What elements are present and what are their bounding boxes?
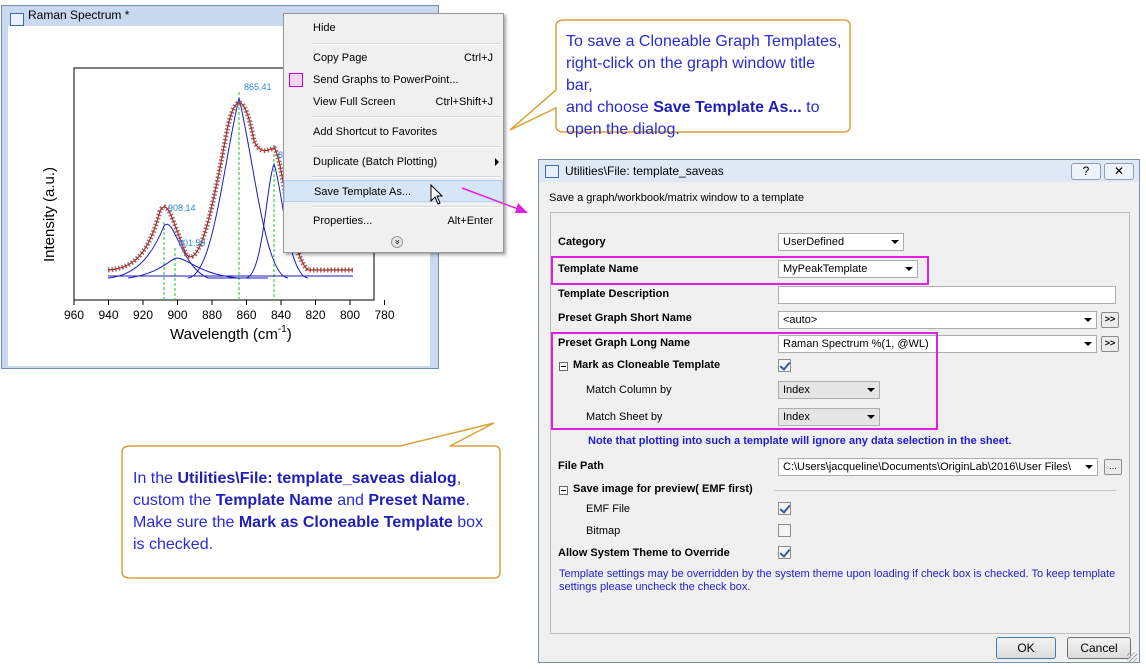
callout-top-line: right-click on the graph window title ba… xyxy=(566,55,816,94)
chevron-down-icon xyxy=(1084,342,1092,346)
cloneable-note: Note that plotting into such a template … xyxy=(588,435,1012,447)
theme-help-text: Template settings may be overridden by t… xyxy=(559,568,1119,594)
resize-grip[interactable] xyxy=(1127,652,1137,662)
highlight-cloneable-section xyxy=(551,332,938,430)
pointer-arrowhead xyxy=(515,203,528,213)
theme-help-line: Template settings may be overridden by t… xyxy=(559,568,1116,580)
file-path-label: File Path xyxy=(558,460,604,472)
chevron-down-icon xyxy=(891,240,899,244)
short-name-label: Preset Graph Short Name xyxy=(558,312,692,324)
theme-help-line: settings please uncheck the check box. xyxy=(559,581,751,593)
highlight-template-name xyxy=(551,256,929,285)
bitmap-checkbox[interactable] xyxy=(778,524,791,537)
bitmap-label: Bitmap xyxy=(586,525,621,537)
chevron-down-icon xyxy=(1084,318,1092,322)
allow-theme-label: Allow System Theme to Override xyxy=(558,547,730,559)
callout-bottom-line: custom the Template Name and Preset Name… xyxy=(133,492,470,509)
dialog-close-button[interactable]: ✕ xyxy=(1104,163,1134,180)
collapse-save-image-icon[interactable] xyxy=(559,486,568,495)
browse-button[interactable]: ... xyxy=(1104,459,1122,475)
save-image-label: Save image for preview( EMF first) xyxy=(573,483,753,495)
allow-theme-checkbox[interactable] xyxy=(778,546,791,559)
callout-bottom-line: is checked. xyxy=(133,536,214,553)
file-path-select[interactable]: C:\Users\jacqueline\Documents\OriginLab\… xyxy=(778,458,1098,476)
dialog-window-icon xyxy=(545,165,559,178)
category-select[interactable]: UserDefined xyxy=(778,233,904,251)
template-description-input[interactable] xyxy=(778,286,1116,304)
template-description-label: Template Description xyxy=(558,288,670,300)
long-name-more-button[interactable]: >> xyxy=(1101,336,1119,352)
short-name-more-button[interactable]: >> xyxy=(1101,312,1119,328)
group-divider xyxy=(774,490,1116,491)
callout-bottom-line: Make sure the Mark as Cloneable Template… xyxy=(133,514,484,531)
dialog-description: Save a graph/workbook/matrix window to a… xyxy=(549,192,804,204)
callout-top-line: open the dialog. xyxy=(566,121,680,138)
cancel-button[interactable]: Cancel xyxy=(1067,637,1131,659)
dialog-title: Utilities\File: template_saveas xyxy=(565,164,724,178)
callout-top-line: and choose Save Template As... to xyxy=(566,99,820,116)
chevron-down-icon xyxy=(1085,465,1093,469)
ok-button[interactable]: OK xyxy=(996,637,1056,659)
dialog-help-button[interactable]: ? xyxy=(1071,163,1101,180)
callout-bottom-line: In the Utilities\File: template_saveas d… xyxy=(133,470,462,487)
category-label: Category xyxy=(558,236,606,248)
emf-file-label: EMF File xyxy=(586,503,630,515)
short-name-select[interactable]: <auto> xyxy=(778,311,1097,329)
callout-top-text: To save a Cloneable Graph Templates, rig… xyxy=(566,31,846,141)
emf-file-checkbox[interactable] xyxy=(778,502,791,515)
callout-bottom-text: In the Utilities\File: template_saveas d… xyxy=(133,468,495,556)
callout-top-line: To save a Cloneable Graph Templates, xyxy=(566,33,842,50)
